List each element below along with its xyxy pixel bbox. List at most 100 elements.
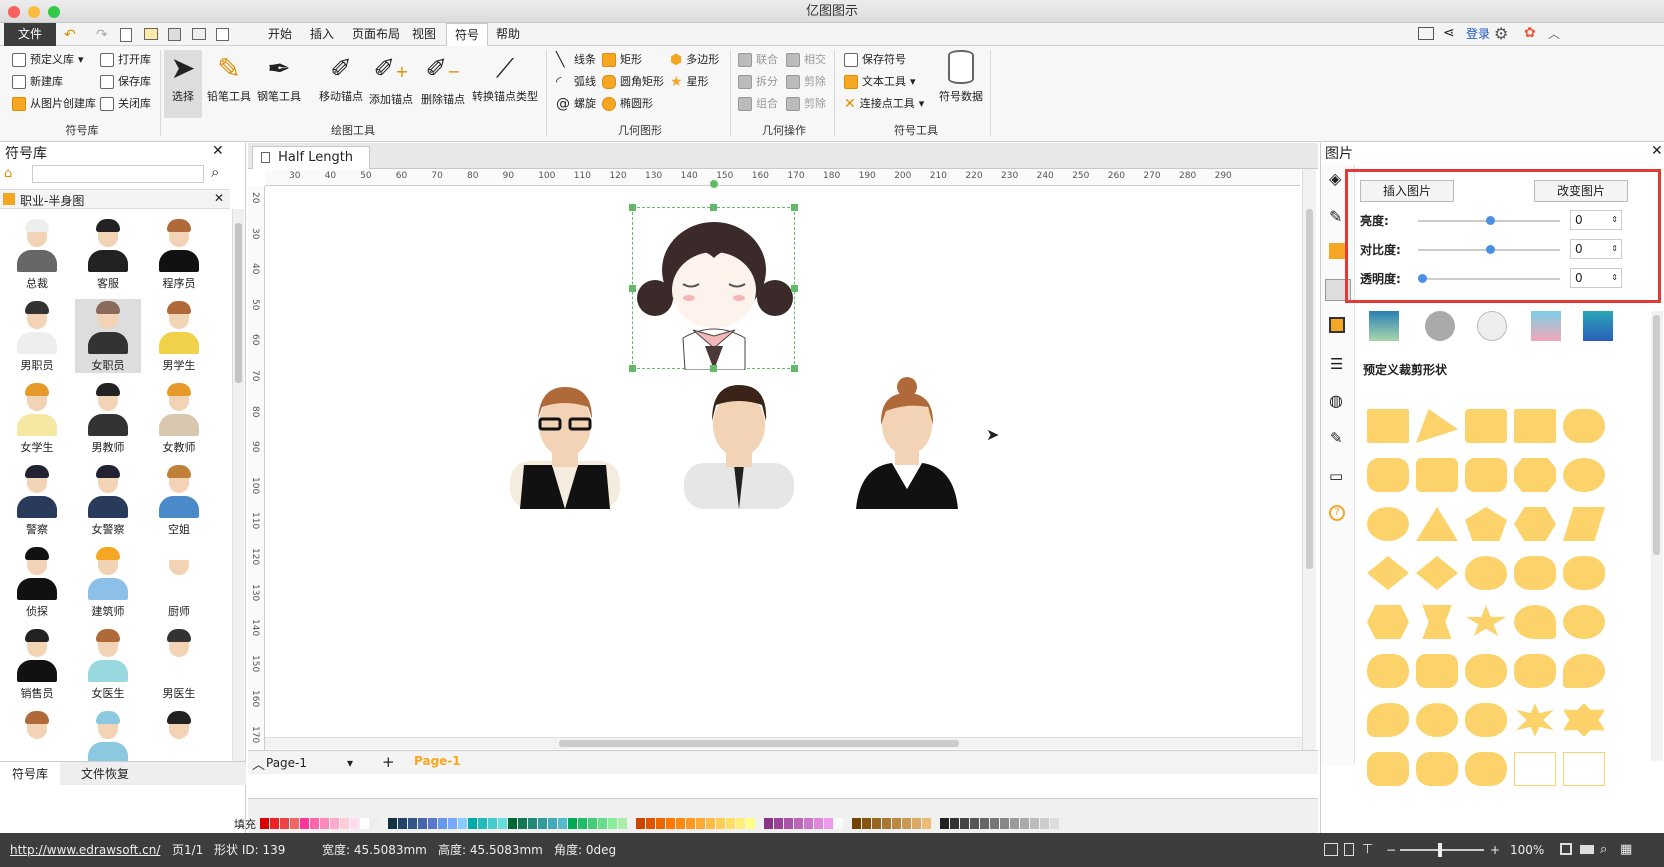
color-swatch[interactable] (498, 818, 507, 829)
symbol-scrollbar[interactable] (232, 209, 244, 761)
color-swatch[interactable] (618, 818, 627, 829)
color-swatch[interactable] (736, 818, 745, 829)
crop-shape[interactable] (1465, 556, 1507, 590)
color-swatch[interactable] (706, 818, 715, 829)
color-swatch[interactable] (656, 818, 665, 829)
page-icon[interactable]: ☰ (1330, 355, 1343, 373)
zoom-slider-thumb[interactable] (1438, 843, 1442, 857)
color-swatch[interactable] (774, 818, 783, 829)
color-swatch[interactable] (310, 818, 319, 829)
effect-thumbnail[interactable] (1531, 311, 1561, 341)
crop-shape[interactable] (1367, 703, 1409, 737)
symbol-item[interactable]: 销售员 (4, 627, 70, 701)
convert-anchor-button[interactable]: ⟋ 转换锚点类型 (472, 50, 538, 104)
color-swatch[interactable] (666, 818, 675, 829)
page-view-icon[interactable] (1344, 843, 1354, 856)
resize-handle[interactable] (629, 285, 636, 292)
presentation-icon[interactable]: ⊤ (1362, 833, 1373, 867)
color-swatch[interactable] (488, 818, 497, 829)
drawing-page[interactable]: ➤ (266, 180, 1300, 771)
crop-shape[interactable] (1514, 409, 1556, 443)
symbol-item[interactable]: 建筑师 (75, 545, 141, 619)
tab-symbol-lib[interactable]: 符号库 (0, 762, 60, 786)
library-search-input[interactable] (32, 165, 204, 183)
color-swatch[interactable] (852, 818, 861, 829)
slider-track[interactable] (1418, 245, 1560, 254)
color-swatch[interactable] (478, 818, 487, 829)
color-swatch[interactable] (398, 818, 407, 829)
color-swatch[interactable] (784, 818, 793, 829)
resize-handle[interactable] (791, 285, 798, 292)
color-swatch[interactable] (448, 818, 457, 829)
slider-value-input[interactable]: 0 ⇕ (1570, 239, 1622, 259)
slider-track[interactable] (1418, 274, 1560, 283)
color-swatch[interactable] (814, 818, 823, 829)
spiral-button[interactable]: @ 螺旋 (556, 94, 596, 114)
color-swatch[interactable] (1030, 818, 1039, 829)
color-swatch[interactable] (528, 818, 537, 829)
fill-icon[interactable]: ◈ (1329, 169, 1341, 188)
ellipse-button[interactable]: 椭圆形 (602, 94, 653, 114)
combine-button[interactable]: 组合 (738, 94, 778, 114)
color-swatch[interactable] (960, 818, 969, 829)
save-icon[interactable] (168, 28, 181, 41)
crop-shape[interactable] (1563, 409, 1605, 443)
crop-shape[interactable] (1367, 458, 1409, 492)
color-swatch[interactable] (330, 818, 339, 829)
search-icon[interactable]: ⌕ (211, 163, 219, 181)
open-lib-button[interactable]: 打开库 (100, 50, 151, 70)
crop-shape[interactable] (1416, 556, 1458, 590)
print-icon[interactable] (192, 28, 206, 40)
male-staff-figure[interactable] (684, 381, 794, 509)
crop-shape[interactable] (1516, 703, 1554, 737)
close-panel-icon[interactable]: ✕ (1651, 143, 1663, 159)
color-swatch[interactable] (388, 818, 397, 829)
color-swatch[interactable] (608, 818, 617, 829)
symbol-item[interactable]: 警察 (4, 463, 70, 537)
crop-shape[interactable] (1514, 605, 1556, 639)
color-swatch[interactable] (726, 818, 735, 829)
minimize-window-icon[interactable] (28, 6, 40, 18)
crop-shape[interactable] (1563, 458, 1605, 492)
category-header[interactable]: 职业-半身图 ✕ (0, 189, 230, 209)
layer-icon[interactable] (1329, 317, 1345, 333)
color-swatch[interactable] (746, 818, 755, 829)
resize-handle[interactable] (710, 204, 717, 211)
symbol-item[interactable] (75, 709, 141, 767)
share-screen-icon[interactable] (1418, 27, 1434, 40)
resize-handle[interactable] (629, 365, 636, 372)
stepper-icon[interactable]: ⇕ (1611, 240, 1618, 258)
union-button[interactable]: 联合 (738, 50, 778, 70)
close-category-icon[interactable]: ✕ (214, 191, 224, 205)
color-swatch[interactable] (1050, 818, 1059, 829)
color-swatch[interactable] (696, 818, 705, 829)
color-swatch[interactable] (408, 818, 417, 829)
home-icon[interactable]: ⌂ (4, 166, 12, 181)
tab-half-length[interactable]: Half Length ✕ (252, 146, 370, 187)
new-file-icon[interactable] (120, 28, 132, 42)
zoom-out-icon[interactable]: − (1386, 833, 1396, 867)
color-swatch[interactable] (290, 818, 299, 829)
crop-shape[interactable] (1465, 458, 1507, 492)
color-swatch[interactable] (950, 818, 959, 829)
crop-shape[interactable] (1416, 458, 1458, 492)
crop-shape[interactable] (1416, 654, 1458, 688)
menu-view[interactable]: 视图 (404, 23, 444, 46)
insert-image-button[interactable]: 插入图片 (1360, 180, 1454, 202)
crop-shape[interactable] (1367, 507, 1409, 541)
menu-symbol[interactable]: 符号 (446, 23, 489, 46)
crop-shape[interactable] (1563, 556, 1605, 590)
horizontal-scroll-thumb[interactable] (559, 740, 959, 747)
save-lib-button[interactable]: 保存库 (100, 72, 151, 92)
color-swatch[interactable] (872, 818, 881, 829)
shadow-icon[interactable] (1329, 243, 1345, 259)
symbol-data-button[interactable]: 符号数据 (936, 50, 986, 104)
female-staff-figure[interactable] (856, 377, 958, 509)
connect-point-button[interactable]: ✕ 连接点工具 ▾ (844, 94, 924, 114)
effect-thumbnail[interactable] (1425, 311, 1455, 341)
file-menu[interactable]: 文件 (4, 23, 56, 46)
slider-value-input[interactable]: 0 ⇕ (1570, 268, 1622, 288)
crop-shape[interactable] (1465, 409, 1507, 443)
pencil-tool-button[interactable]: ✎ 铅笔工具 (206, 50, 252, 104)
star-button[interactable]: ★ 星形 (670, 72, 709, 92)
